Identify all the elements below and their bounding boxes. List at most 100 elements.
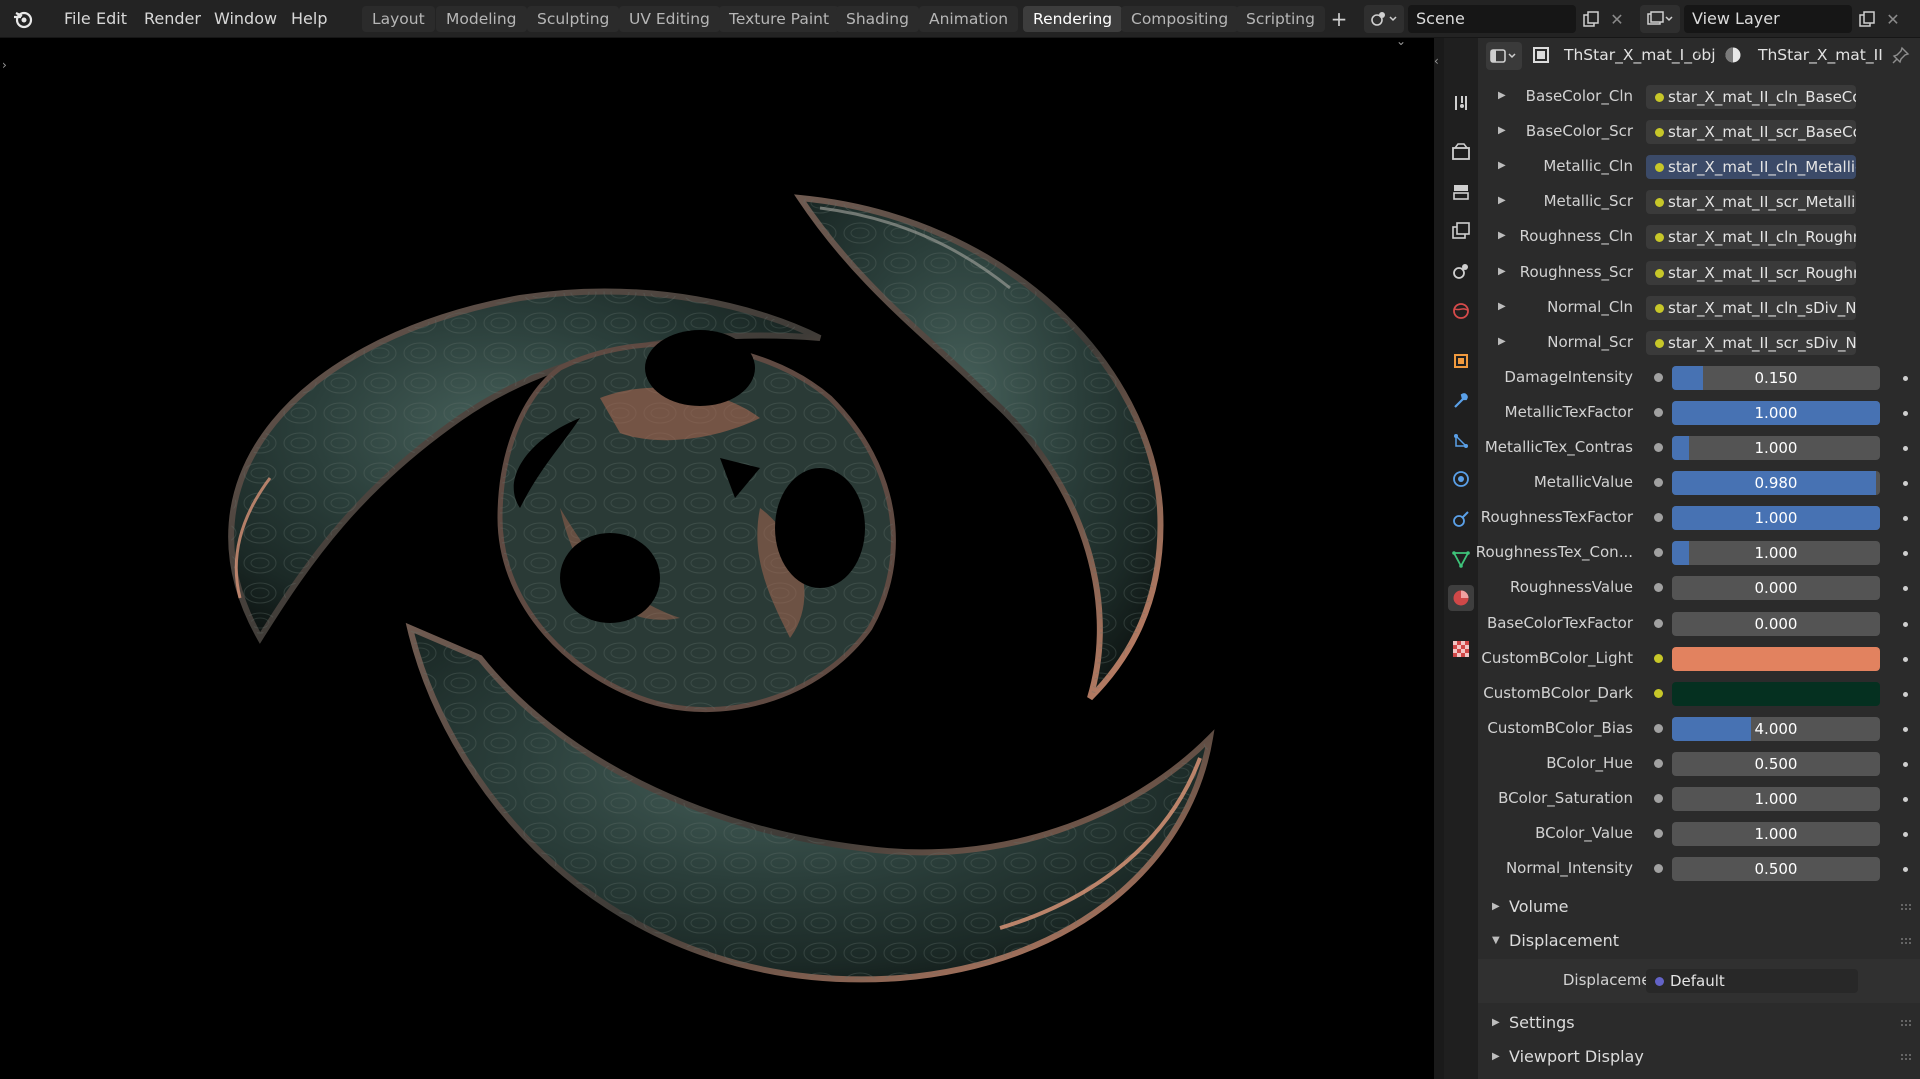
drag-handle-icon[interactable] [1900,1053,1912,1061]
value-slider[interactable]: 1.000 [1672,401,1880,425]
physics-tab-icon[interactable] [1448,466,1474,492]
displacement-panel-header[interactable]: ▼ Displacement [1478,925,1920,957]
keyframe-dot-icon[interactable] [1903,762,1908,767]
color-swatch[interactable] [1672,682,1880,706]
value-slider[interactable]: 0.000 [1672,576,1880,600]
scene-name-field[interactable]: Scene [1408,5,1576,33]
drag-handle-icon[interactable] [1900,903,1912,911]
value-slider[interactable]: 0.980 [1672,471,1880,495]
menu-file[interactable]: File [64,0,91,38]
keyframe-dot-icon[interactable] [1903,797,1908,802]
tab-compositing[interactable]: Compositing [1121,6,1239,32]
world-tab-icon[interactable] [1448,298,1474,324]
output-tab-icon[interactable] [1448,179,1474,205]
tool-tab-icon[interactable] [1448,90,1474,116]
value-slider[interactable]: 1.000 [1672,506,1880,530]
viewport-display-panel-header[interactable]: ▶ Viewport Display [1478,1041,1920,1073]
data-tab-icon[interactable] [1448,546,1474,572]
remove-view-layer-icon[interactable]: ✕ [1882,5,1904,33]
keyframe-dot-icon[interactable] [1903,376,1908,381]
texture-image-field[interactable]: star_X_mat_II_scr_sDiv_Nor... [1646,331,1856,355]
drag-handle-icon[interactable] [1900,1019,1912,1027]
keyframe-dot-icon[interactable] [1903,727,1908,732]
tab-modeling[interactable]: Modeling [436,6,527,32]
tab-scripting[interactable]: Scripting [1236,6,1325,32]
texture-image-field[interactable]: star_X_mat_II_scr_Metallic.... [1646,190,1856,214]
keyframe-dot-icon[interactable] [1903,446,1908,451]
value-slider[interactable]: 0.500 [1672,857,1880,881]
expand-triangle-icon[interactable]: ▶ [1498,195,1506,206]
texture-image-field[interactable]: star_X_mat_II_cln_Metallic.... [1646,155,1856,179]
expand-triangle-icon[interactable]: ▶ [1498,266,1506,277]
view-layer-tab-icon[interactable] [1448,218,1474,244]
texture-image-field[interactable]: star_X_mat_II_cln_sDiv_Nor... [1646,296,1856,320]
keyframe-dot-icon[interactable] [1903,692,1908,697]
tab-sculpting[interactable]: Sculpting [527,6,620,32]
drag-handle-icon[interactable] [1900,937,1912,945]
view-layer-name-field[interactable]: View Layer [1684,5,1852,33]
chevron-left-icon[interactable]: ‹ [1434,54,1439,68]
value-slider[interactable]: 1.000 [1672,822,1880,846]
value-slider[interactable]: 0.150 [1672,366,1880,390]
keyframe-dot-icon[interactable] [1903,586,1908,591]
keyframe-dot-icon[interactable] [1903,867,1908,872]
expand-triangle-icon[interactable]: ▶ [1498,336,1506,347]
material-tab-icon[interactable] [1448,585,1474,611]
keyframe-dot-icon[interactable] [1903,481,1908,486]
displacement-field[interactable]: Default [1646,969,1858,993]
menu-edit[interactable]: Edit [96,0,127,38]
expand-triangle-icon[interactable]: ▶ [1498,125,1506,136]
pin-icon[interactable] [1892,46,1910,64]
expand-triangle-icon[interactable]: ▶ [1498,230,1506,241]
menu-help[interactable]: Help [291,0,327,38]
modifier-tab-icon[interactable] [1448,388,1474,414]
expand-triangle-icon[interactable]: ▶ [1498,160,1506,171]
object-tab-icon[interactable] [1448,348,1474,374]
particles-tab-icon[interactable] [1448,428,1474,454]
expand-triangle-icon[interactable]: ▶ [1498,90,1506,101]
remove-scene-icon[interactable]: ✕ [1606,5,1628,33]
tab-rendering[interactable]: Rendering [1023,6,1123,32]
scene-selector-icon[interactable] [1364,5,1404,33]
texture-image-field[interactable]: star_X_mat_II_cln_BaseColo... [1646,85,1856,109]
value-slider[interactable]: 1.000 [1672,436,1880,460]
new-scene-icon[interactable] [1578,5,1604,33]
render-viewport[interactable]: › ⌄ [0,38,1434,1079]
keyframe-dot-icon[interactable] [1903,832,1908,837]
value-slider[interactable]: 0.500 [1672,752,1880,776]
expand-triangle-icon[interactable]: ▶ [1498,301,1506,312]
material-name[interactable]: ThStar_X_mat_II [1758,38,1883,72]
menu-render[interactable]: Render [144,0,201,38]
value-slider[interactable]: 1.000 [1672,541,1880,565]
view-layer-selector-icon[interactable] [1640,5,1680,33]
menu-window[interactable]: Window [214,0,277,38]
scene-tab-icon[interactable] [1448,258,1474,284]
tab-texture-paint[interactable]: Texture Paint [719,6,840,32]
texture-image-field[interactable]: star_X_mat_II_cln_Roughnes... [1646,225,1856,249]
constraints-tab-icon[interactable] [1448,506,1474,532]
keyframe-dot-icon[interactable] [1903,551,1908,556]
keyframe-dot-icon[interactable] [1903,622,1908,627]
object-name[interactable]: ThStar_X_mat_I_obj [1564,38,1716,72]
keyframe-dot-icon[interactable] [1903,411,1908,416]
blender-logo-icon[interactable] [12,8,34,30]
tab-layout[interactable]: Layout [362,6,435,32]
editor-type-icon[interactable] [1486,42,1522,70]
texture-image-field[interactable]: star_X_mat_II_scr_Roughnes... [1646,261,1856,285]
tab-shading[interactable]: Shading [836,6,919,32]
new-view-layer-icon[interactable] [1854,5,1880,33]
tab-animation[interactable]: Animation [919,6,1019,32]
settings-panel-header[interactable]: ▶ Settings [1478,1007,1920,1039]
tab-uv-editing[interactable]: UV Editing [619,6,720,32]
keyframe-dot-icon[interactable] [1903,516,1908,521]
value-slider[interactable]: 1.000 [1672,787,1880,811]
value-slider[interactable]: 0.000 [1672,612,1880,636]
texture-tab-icon[interactable] [1448,636,1474,662]
add-workspace-button[interactable]: + [1328,5,1350,33]
keyframe-dot-icon[interactable] [1903,657,1908,662]
texture-image-field[interactable]: star_X_mat_II_scr_BaseColo... [1646,120,1856,144]
render-tab-icon[interactable] [1448,139,1474,165]
volume-panel-header[interactable]: ▶ Volume [1478,891,1920,923]
color-swatch[interactable] [1672,647,1880,671]
value-slider[interactable]: 4.000 [1672,717,1880,741]
